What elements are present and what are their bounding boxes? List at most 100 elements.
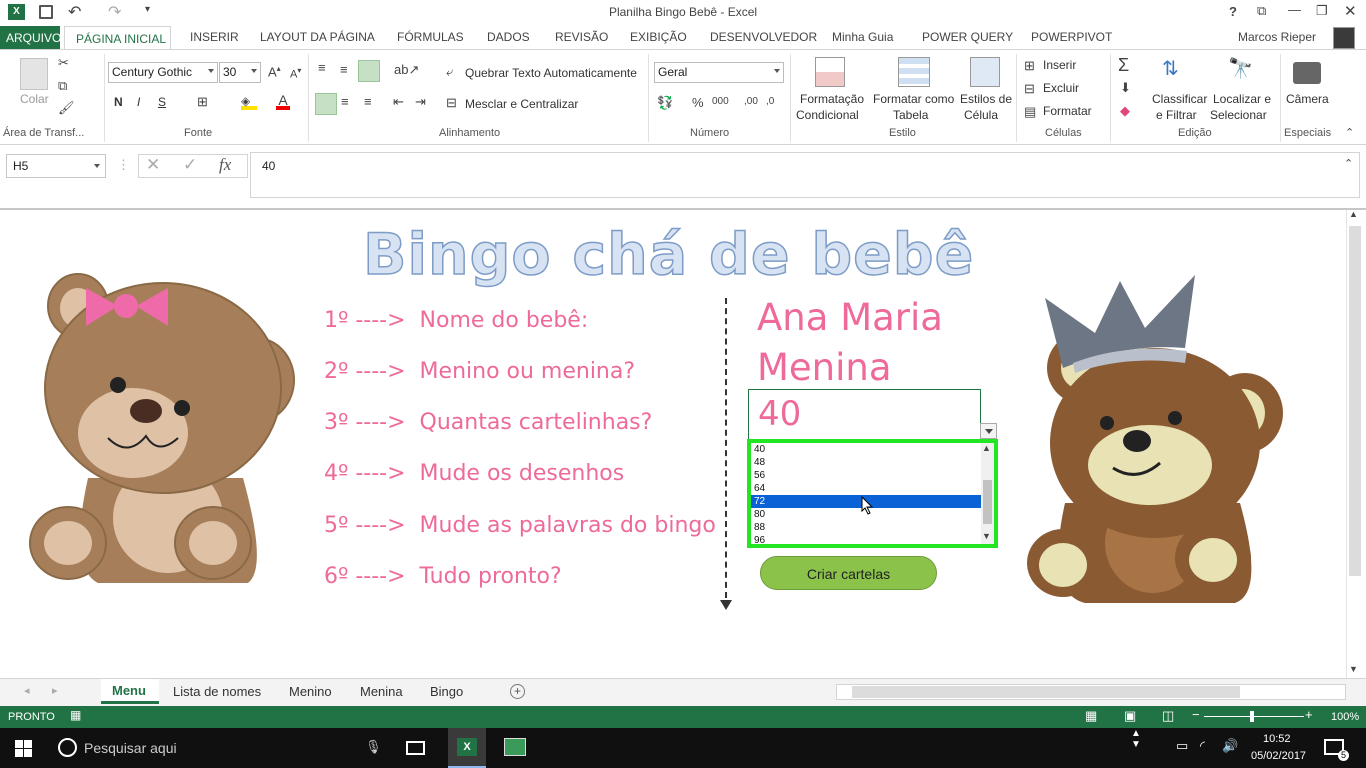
find-select-button[interactable]: Localizar e — [1213, 92, 1271, 106]
zoom-level[interactable]: 100% — [1331, 711, 1359, 723]
network-icon[interactable]: ▭ — [1176, 738, 1188, 754]
cards-count-cell[interactable]: 40 — [748, 389, 981, 440]
align-bottom-icon[interactable] — [358, 60, 380, 82]
clear-icon[interactable]: ◆ — [1120, 103, 1130, 119]
sheet-tab-bingo[interactable]: Bingo — [430, 684, 463, 699]
delete-cells-icon[interactable]: ⊟ — [1024, 81, 1035, 97]
borders-icon[interactable]: ⊞ — [197, 94, 208, 110]
dropdown-scroll-thumb[interactable] — [983, 480, 992, 524]
align-center-icon[interactable]: ≡ — [341, 94, 349, 109]
cut-icon[interactable]: ✂ — [58, 55, 69, 71]
merge-center-icon[interactable]: ⊟ — [446, 95, 457, 111]
font-name-select[interactable]: Century Gothic — [108, 62, 218, 83]
formula-input[interactable]: 40 — [250, 152, 1360, 198]
insert-function-icon[interactable]: fx — [219, 155, 231, 175]
cell-styles-button-line2[interactable]: Célula — [964, 108, 998, 122]
baby-name-cell[interactable]: Ana Maria — [757, 296, 943, 339]
format-table-button-line2[interactable]: Tabela — [893, 108, 928, 122]
dropdown-option-64[interactable]: 64 — [751, 482, 981, 495]
dropdown-option-96[interactable]: 96 — [751, 534, 981, 544]
taskbar-recorder-icon[interactable] — [504, 738, 526, 756]
ribbon-display-icon[interactable]: ⧉ — [1257, 3, 1266, 19]
wrap-text-icon[interactable]: ⤶ — [446, 64, 453, 80]
gender-cell[interactable]: Menina — [757, 346, 892, 389]
find-select-button-line2[interactable]: Selecionar — [1210, 108, 1267, 122]
user-avatar[interactable] — [1333, 27, 1355, 49]
volume-icon[interactable]: 🔊 — [1222, 738, 1238, 754]
tab-pagina-inicial[interactable]: PÁGINA INICIAL — [64, 26, 171, 50]
format-painter-icon[interactable]: 🖌 — [58, 100, 75, 116]
merge-center-button[interactable]: Mesclar e Centralizar — [465, 97, 578, 111]
prev-sheet-icon[interactable]: ◂ — [24, 684, 30, 697]
dropdown-option-48[interactable]: 48 — [751, 456, 981, 469]
page-break-icon[interactable]: ◫ — [1162, 708, 1174, 724]
page-layout-icon[interactable]: ▣ — [1124, 708, 1136, 724]
sheet-tab-lista-de-nomes[interactable]: Lista de nomes — [173, 684, 261, 699]
grow-font-icon[interactable]: A▴ — [268, 64, 281, 79]
conditional-format-icon[interactable] — [815, 57, 845, 87]
dropdown-scroll-down-icon[interactable]: ▼ — [982, 531, 991, 541]
sort-filter-button-line2[interactable]: e Filtrar — [1156, 108, 1197, 122]
increase-decimal-icon[interactable]: ,00 — [744, 96, 758, 107]
tab-layout[interactable]: LAYOUT DA PÁGINA — [260, 30, 375, 44]
zoom-out-icon[interactable]: − — [1192, 707, 1200, 722]
format-table-button[interactable]: Formatar como — [873, 92, 954, 106]
underline-button[interactable]: S — [158, 95, 166, 109]
conditional-format-button-line2[interactable]: Condicional — [796, 108, 859, 122]
decrease-decimal-icon[interactable]: ,0 — [766, 96, 774, 107]
currency-icon[interactable]: 💱 — [657, 95, 673, 111]
insert-cells-icon[interactable]: ⊞ — [1024, 58, 1035, 74]
help-icon[interactable]: ? — [1229, 4, 1237, 19]
font-color-icon[interactable]: A — [276, 92, 290, 110]
expand-formula-icon[interactable]: ⌃ — [1344, 157, 1353, 170]
show-hidden-icons[interactable]: ▲ ▼ — [1131, 728, 1141, 750]
normal-view-icon[interactable]: ▦ — [1085, 708, 1097, 724]
camera-icon[interactable] — [1293, 62, 1321, 84]
delete-cells-button[interactable]: Excluir — [1043, 81, 1079, 95]
align-left-icon[interactable] — [315, 93, 337, 115]
collapse-ribbon-icon[interactable]: ⌃ — [1345, 126, 1354, 139]
cancel-icon[interactable]: ✕ — [146, 155, 160, 175]
zoom-slider[interactable] — [1204, 716, 1304, 717]
dropdown-list[interactable]: 40 48 56 64 72 80 88 96 — [751, 443, 981, 544]
tab-exibicao[interactable]: EXIBIÇÃO — [630, 30, 687, 44]
number-format-select[interactable]: Geral — [654, 62, 784, 83]
zoom-slider-thumb[interactable] — [1250, 711, 1254, 722]
dropdown-option-88[interactable]: 88 — [751, 521, 981, 534]
format-table-icon[interactable] — [898, 57, 930, 87]
percent-icon[interactable]: % — [692, 95, 704, 110]
user-name[interactable]: Marcos Rieper — [1238, 30, 1316, 44]
dropdown-scroll-up-icon[interactable]: ▲ — [982, 443, 991, 453]
new-sheet-icon[interactable]: + — [510, 684, 525, 699]
shrink-font-icon[interactable]: A▾ — [290, 66, 301, 81]
minimize-icon[interactable]: — — [1288, 2, 1301, 17]
copy-icon[interactable]: ⧉ — [58, 78, 67, 94]
dropdown-option-56[interactable]: 56 — [751, 469, 981, 482]
find-select-icon[interactable]: 🔭 — [1228, 56, 1253, 81]
align-top-icon[interactable]: ≡ — [318, 60, 326, 75]
sheet-tab-menino[interactable]: Menino — [289, 684, 332, 699]
align-right-icon[interactable]: ≡ — [364, 94, 372, 109]
wifi-icon[interactable]: ◜ — [1200, 738, 1205, 754]
windows-start-icon[interactable] — [15, 740, 32, 757]
paste-icon[interactable] — [20, 58, 48, 90]
microphone-icon[interactable]: 🎙 — [365, 739, 382, 755]
tab-minha-guia[interactable]: Minha Guia — [832, 30, 893, 44]
tab-power-query[interactable]: POWER QUERY — [922, 30, 1013, 44]
wrap-text-button[interactable]: Quebrar Texto Automaticamente — [465, 66, 637, 80]
font-size-select[interactable]: 30 — [219, 62, 261, 83]
dropdown-arrow-button[interactable] — [980, 423, 997, 439]
sheet-tab-menu[interactable]: Menu — [101, 679, 159, 704]
format-cells-icon[interactable]: ▤ — [1024, 104, 1036, 120]
cell-styles-button[interactable]: Estilos de — [960, 92, 1012, 106]
tab-revisao[interactable]: REVISÃO — [555, 30, 608, 44]
task-view-icon[interactable] — [406, 741, 425, 755]
decrease-indent-icon[interactable]: ⇤ — [393, 94, 404, 110]
align-middle-icon[interactable]: ≡ — [340, 62, 348, 77]
enter-icon[interactable]: ✓ — [183, 155, 197, 175]
thousands-icon[interactable]: 000 — [712, 96, 729, 107]
macro-record-icon[interactable]: ▦ — [70, 708, 81, 722]
horizontal-scroll-thumb[interactable] — [852, 686, 1240, 698]
sort-filter-icon[interactable]: ⇅ — [1162, 56, 1179, 81]
restore-icon[interactable]: ❐ — [1316, 3, 1328, 19]
